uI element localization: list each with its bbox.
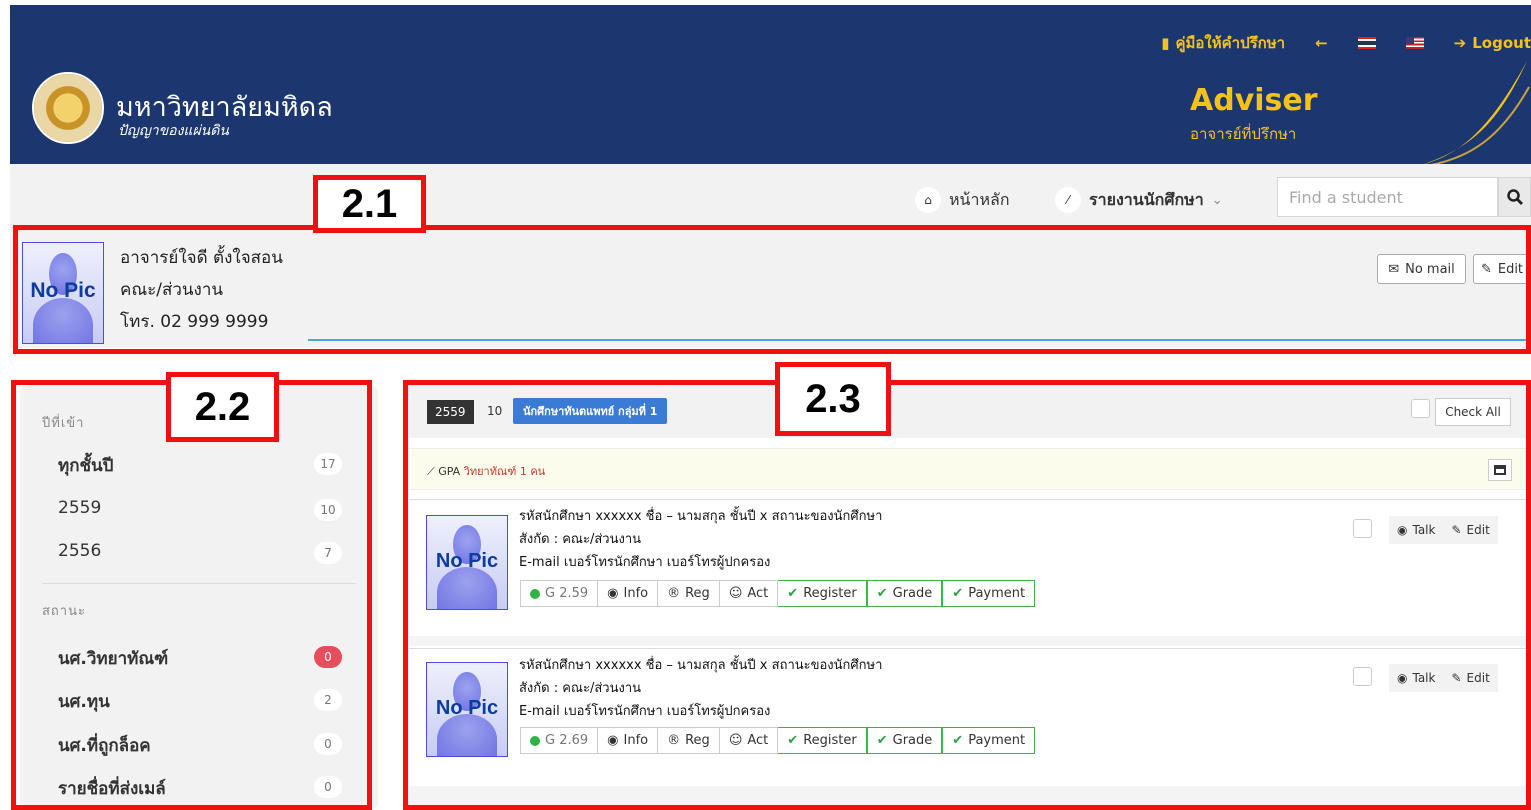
- search-button[interactable]: [1498, 177, 1531, 217]
- nav-report-dropdown[interactable]: ⁄ รายงานนักศึกษา ⌄: [1055, 187, 1223, 213]
- annotation-box-2-3: [403, 380, 1531, 810]
- arrow-left-icon: ←: [1315, 34, 1328, 52]
- search-input[interactable]: Find a student: [1277, 177, 1498, 217]
- main-nav: ⌂ หน้าหลัก ⁄ รายงานนักศึกษา ⌄ Find a stu…: [10, 164, 1531, 228]
- chevron-down-icon: ⌄: [1211, 192, 1223, 208]
- manual-link[interactable]: ▮ คู่มือให้คำปรึกษา: [1161, 31, 1285, 55]
- logout-icon: ➔: [1453, 34, 1467, 52]
- university-motto: ปัญญาของแผ่นดิน: [118, 123, 229, 139]
- decorative-swoosh: [1421, 61, 1530, 166]
- magic-wand-icon: ⁄: [1055, 187, 1081, 213]
- logout-link[interactable]: ➔ Logout: [1454, 34, 1531, 52]
- back-link[interactable]: ←: [1315, 34, 1328, 52]
- annotation-label-2-3: 2.3: [775, 362, 891, 436]
- search-icon: [1506, 189, 1523, 205]
- app-title: Adviser: [1190, 83, 1318, 118]
- annotation-label-2-1: 2.1: [313, 175, 426, 233]
- university-logo[interactable]: [32, 72, 104, 144]
- top-links: ▮ คู่มือให้คำปรึกษา ← ➔ Logout: [1131, 31, 1531, 55]
- app-subtitle: อาจารย์ที่ปรึกษา: [1190, 125, 1297, 143]
- home-icon: ⌂: [915, 187, 941, 213]
- book-icon: ▮: [1161, 34, 1170, 52]
- flag-us-icon[interactable]: [1405, 37, 1424, 49]
- annotation-label-2-2: 2.2: [166, 372, 279, 442]
- annotation-box-2-2: [11, 380, 372, 810]
- flag-th-icon[interactable]: [1357, 37, 1376, 49]
- nav-home[interactable]: ⌂ หน้าหลัก: [915, 187, 1010, 213]
- annotation-box-2-1: [13, 225, 1531, 354]
- site-header: ▮ คู่มือให้คำปรึกษา ← ➔ Logout มหาวิทยาล…: [10, 5, 1531, 166]
